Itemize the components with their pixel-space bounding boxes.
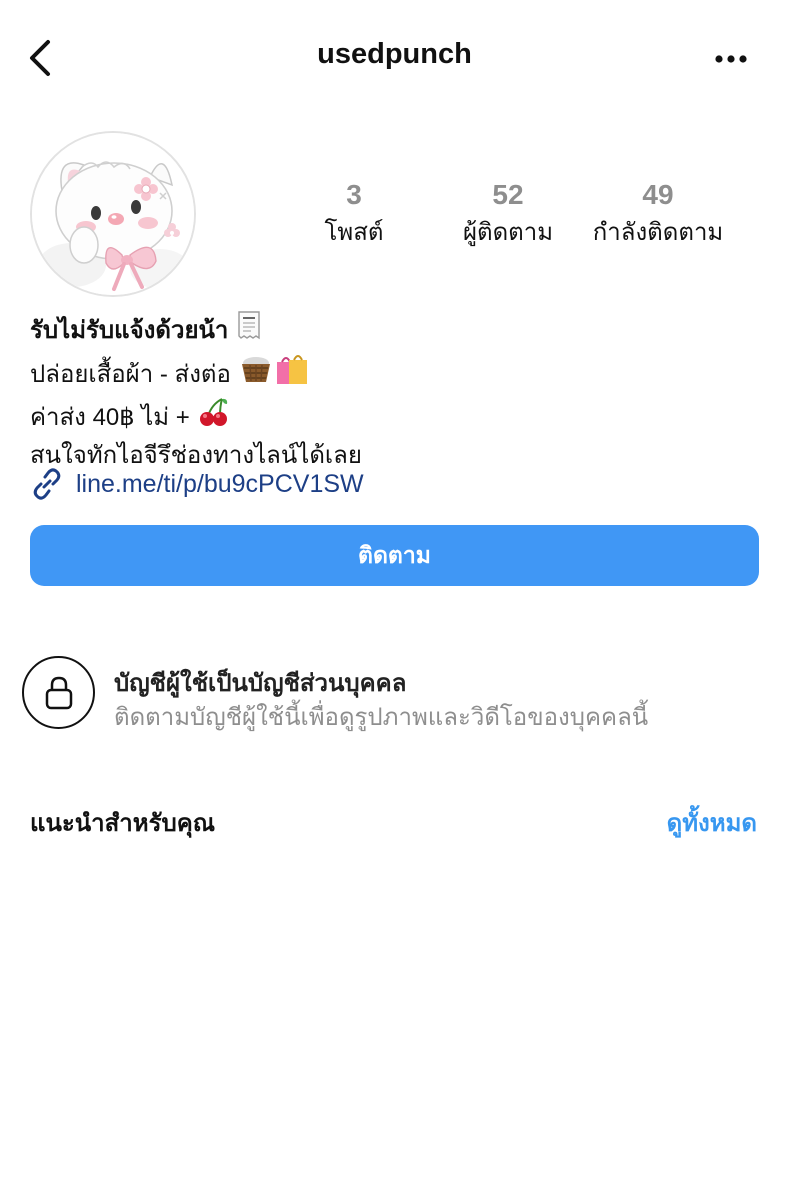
lock-icon-container [22, 656, 95, 729]
avatar[interactable] [30, 131, 196, 297]
following-stat[interactable]: 49 กำลังติดตาม [588, 178, 728, 250]
followers-stat[interactable]: 52 ผู้ติดตาม [438, 178, 578, 250]
following-label: กำลังติดตาม [592, 219, 724, 246]
private-account-description: ติดตามบัญชีผู้ใช้นี้เพื่อดูรูปภาพและวิดี… [114, 704, 649, 731]
bio-line-2: ค่าส่ง 40฿ ไม่ + [30, 403, 190, 431]
bio: รับไม่รับแจ้งด้วยน้า ปล่อยเสื้อผ้า - ส่ง… [30, 310, 730, 473]
cherries-icon [198, 396, 230, 438]
link-icon [33, 468, 61, 500]
bio-link[interactable]: line.me/ti/p/bu9cPCV1SW [30, 467, 364, 501]
profile-stats: 3 โพสต์ 52 ผู้ติดตาม 49 กำลังติดตาม [300, 178, 760, 258]
cat-avatar-icon [32, 133, 194, 295]
top-bar: usedpunch [0, 0, 789, 116]
bio-name: รับไม่รับแจ้งด้วยน้า [30, 317, 229, 344]
posts-label: โพสต์ [324, 219, 384, 246]
followers-label: ผู้ติดตาม [462, 219, 554, 246]
posts-count: 3 [346, 179, 362, 210]
receipt-icon [236, 310, 262, 352]
see-all-link[interactable]: ดูทั้งหมด [667, 803, 757, 842]
shopping-bags-icon [275, 352, 309, 396]
profile-username: usedpunch [317, 38, 472, 70]
following-count: 49 [642, 179, 674, 210]
followers-count: 52 [492, 179, 524, 210]
follow-button[interactable]: ติดตาม [30, 525, 759, 586]
suggested-for-you-heading: แนะนำสำหรับคุณ [30, 810, 216, 837]
basket-icon [239, 354, 273, 394]
ellipsis-icon [715, 55, 747, 63]
more-options-button[interactable] [711, 44, 751, 74]
profile-page: usedpunch 3 โพสต์ 52 ผู้ติดตาม 49 กำลังต… [0, 0, 789, 1200]
bio-line-1: ปล่อยเสื้อผ้า - ส่งต่อ [30, 360, 231, 388]
posts-stat[interactable]: 3 โพสต์ [300, 178, 408, 250]
bio-link-text[interactable]: line.me/ti/p/bu9cPCV1SW [76, 470, 364, 499]
lock-icon [45, 676, 72, 709]
